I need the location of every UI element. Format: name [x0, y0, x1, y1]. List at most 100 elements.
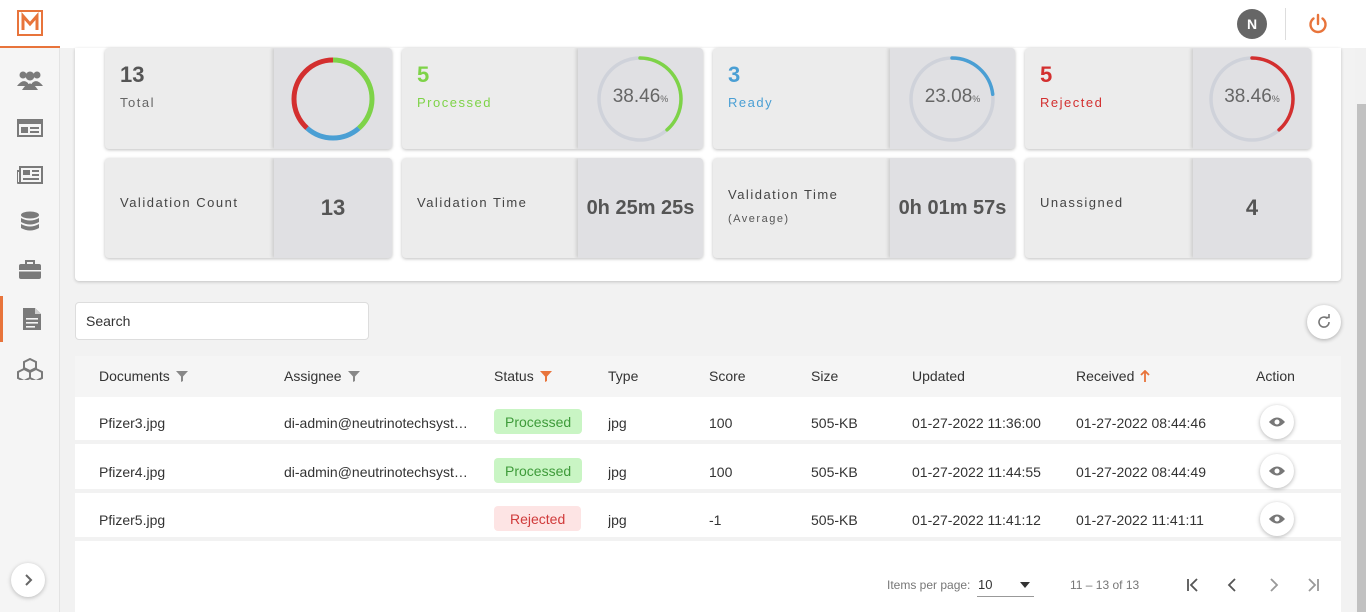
items-per-page-value: 10	[978, 577, 993, 592]
ready-percent-value: 23.08	[924, 86, 973, 107]
cell-document: Pfizer5.jpg	[99, 512, 166, 528]
last-page-icon	[1308, 578, 1319, 592]
ready-card: 3 Ready 23.08%	[713, 48, 1015, 149]
column-action: Action	[1256, 368, 1295, 384]
column-assignee-label: Assignee	[284, 368, 342, 384]
documents-table: Documents Assignee Status Type Score Siz…	[75, 356, 1341, 612]
nav-newspaper[interactable]	[0, 152, 60, 198]
view-button[interactable]	[1260, 502, 1294, 536]
power-button[interactable]	[1306, 12, 1330, 36]
last-page-button[interactable]	[1302, 574, 1324, 596]
column-documents[interactable]: Documents	[99, 368, 188, 384]
database-icon	[21, 211, 39, 231]
first-page-icon	[1187, 578, 1198, 592]
column-received[interactable]: Received	[1076, 368, 1151, 384]
processed-value: 5	[417, 62, 430, 87]
newspaper-icon	[17, 166, 43, 184]
nav-briefcase[interactable]	[0, 247, 60, 293]
table-row[interactable]: Pfizer3.jpg di-admin@neutrinotechsyst… P…	[75, 399, 1341, 444]
previous-page-button[interactable]	[1222, 574, 1244, 596]
total-donut	[274, 48, 392, 149]
column-status-label: Status	[494, 368, 534, 384]
header-divider	[1285, 8, 1286, 40]
page-range: 11 – 13 of 13	[1070, 578, 1140, 592]
validation-time-value: 0h 25m 25s	[586, 196, 695, 219]
rejected-percent-value: 38.46	[1224, 86, 1272, 107]
filter-icon[interactable]	[175, 370, 188, 382]
processed-label: Processed	[417, 95, 492, 110]
column-size[interactable]: Size	[811, 368, 838, 384]
rejected-gauge: 38.46%	[1193, 48, 1311, 149]
nav-cubes[interactable]	[0, 346, 60, 392]
status-badge: Rejected	[494, 506, 582, 531]
sidebar-expand-button[interactable]	[11, 563, 45, 597]
column-updated[interactable]: Updated	[912, 368, 965, 384]
validation-count-box: 13	[274, 158, 392, 258]
cell-assignee: di-admin@neutrinotechsyst…	[284, 464, 468, 480]
eye-icon	[1269, 466, 1285, 476]
status-badge: Processed	[494, 409, 583, 434]
document-icon	[22, 308, 41, 330]
ready-percent-unit: %	[972, 94, 981, 104]
total-value: 13	[120, 62, 145, 87]
scrollbar-thumb[interactable]	[1357, 104, 1366, 612]
app-logo[interactable]	[0, 0, 60, 48]
filter-icon[interactable]	[347, 370, 360, 382]
cell-received: 01-27-2022 08:44:46	[1076, 415, 1206, 431]
total-card: 13 Total	[105, 48, 392, 149]
processed-percent: 38.46%	[578, 86, 703, 108]
cell-document: Pfizer3.jpg	[99, 415, 166, 431]
unassigned-value: 4	[1245, 195, 1259, 220]
nav-id-card[interactable]	[0, 105, 60, 151]
validation-time-average-value: 0h 01m 57s	[898, 196, 1007, 219]
refresh-button[interactable]	[1307, 305, 1341, 339]
processed-percent-value: 38.46	[612, 86, 661, 107]
validation-time-average-box: 0h 01m 57s	[890, 158, 1015, 258]
cell-document: Pfizer4.jpg	[99, 464, 166, 480]
column-status[interactable]: Status	[494, 368, 552, 384]
column-score[interactable]: Score	[709, 368, 746, 384]
validation-time-average-card: Validation Time (Average) 0h 01m 57s	[713, 158, 1015, 258]
filter-active-icon[interactable]	[539, 370, 552, 382]
rejected-label: Rejected	[1040, 95, 1104, 110]
nav-users[interactable]	[0, 57, 60, 103]
logo-icon	[17, 10, 43, 36]
total-label: Total	[120, 95, 155, 110]
items-per-page-select[interactable]: 10	[977, 573, 1034, 597]
users-icon	[17, 71, 43, 90]
first-page-button[interactable]	[1182, 574, 1204, 596]
top-header	[60, 0, 1366, 48]
view-button[interactable]	[1260, 405, 1294, 439]
table-row[interactable]: Pfizer5.jpg Rejected jpg -1 505-KB 01-27…	[75, 496, 1341, 541]
table-row[interactable]: Pfizer4.jpg di-admin@neutrinotechsyst… P…	[75, 448, 1341, 493]
cell-updated: 01-27-2022 11:36:00	[912, 415, 1041, 431]
avatar[interactable]: N	[1237, 9, 1267, 39]
validation-time-average-sublabel: (Average)	[728, 213, 790, 225]
column-assignee[interactable]: Assignee	[284, 368, 360, 384]
rejected-card: 5 Rejected 38.46%	[1025, 48, 1311, 149]
items-per-page-label: Items per page:	[887, 578, 971, 592]
ready-gauge: 23.08%	[890, 48, 1015, 149]
validation-time-box: 0h 25m 25s	[578, 158, 703, 258]
cell-size: 505-KB	[811, 464, 858, 480]
column-type[interactable]: Type	[608, 368, 638, 384]
search-input[interactable]	[75, 302, 369, 340]
nav-documents[interactable]	[0, 296, 60, 342]
nav-database[interactable]	[0, 200, 60, 246]
cell-received: 01-27-2022 08:44:49	[1076, 464, 1206, 480]
column-received-label: Received	[1076, 368, 1135, 384]
stats-panel: 13 Total 5 Processed 38.46% 3 Ready 23.0…	[75, 48, 1341, 281]
refresh-icon	[1318, 314, 1330, 328]
eye-icon	[1269, 514, 1285, 524]
cell-type: jpg	[608, 415, 627, 431]
view-button[interactable]	[1260, 454, 1294, 488]
ready-value: 3	[728, 62, 741, 87]
processed-gauge: 38.46%	[578, 48, 703, 149]
next-page-button[interactable]	[1262, 574, 1284, 596]
cell-score: 100	[709, 415, 733, 431]
unassigned-label: Unassigned	[1040, 195, 1124, 210]
processed-card: 5 Processed 38.46%	[402, 48, 703, 149]
processed-percent-unit: %	[660, 94, 669, 104]
ready-label: Ready	[728, 95, 774, 110]
chevron-right-icon	[25, 574, 33, 586]
